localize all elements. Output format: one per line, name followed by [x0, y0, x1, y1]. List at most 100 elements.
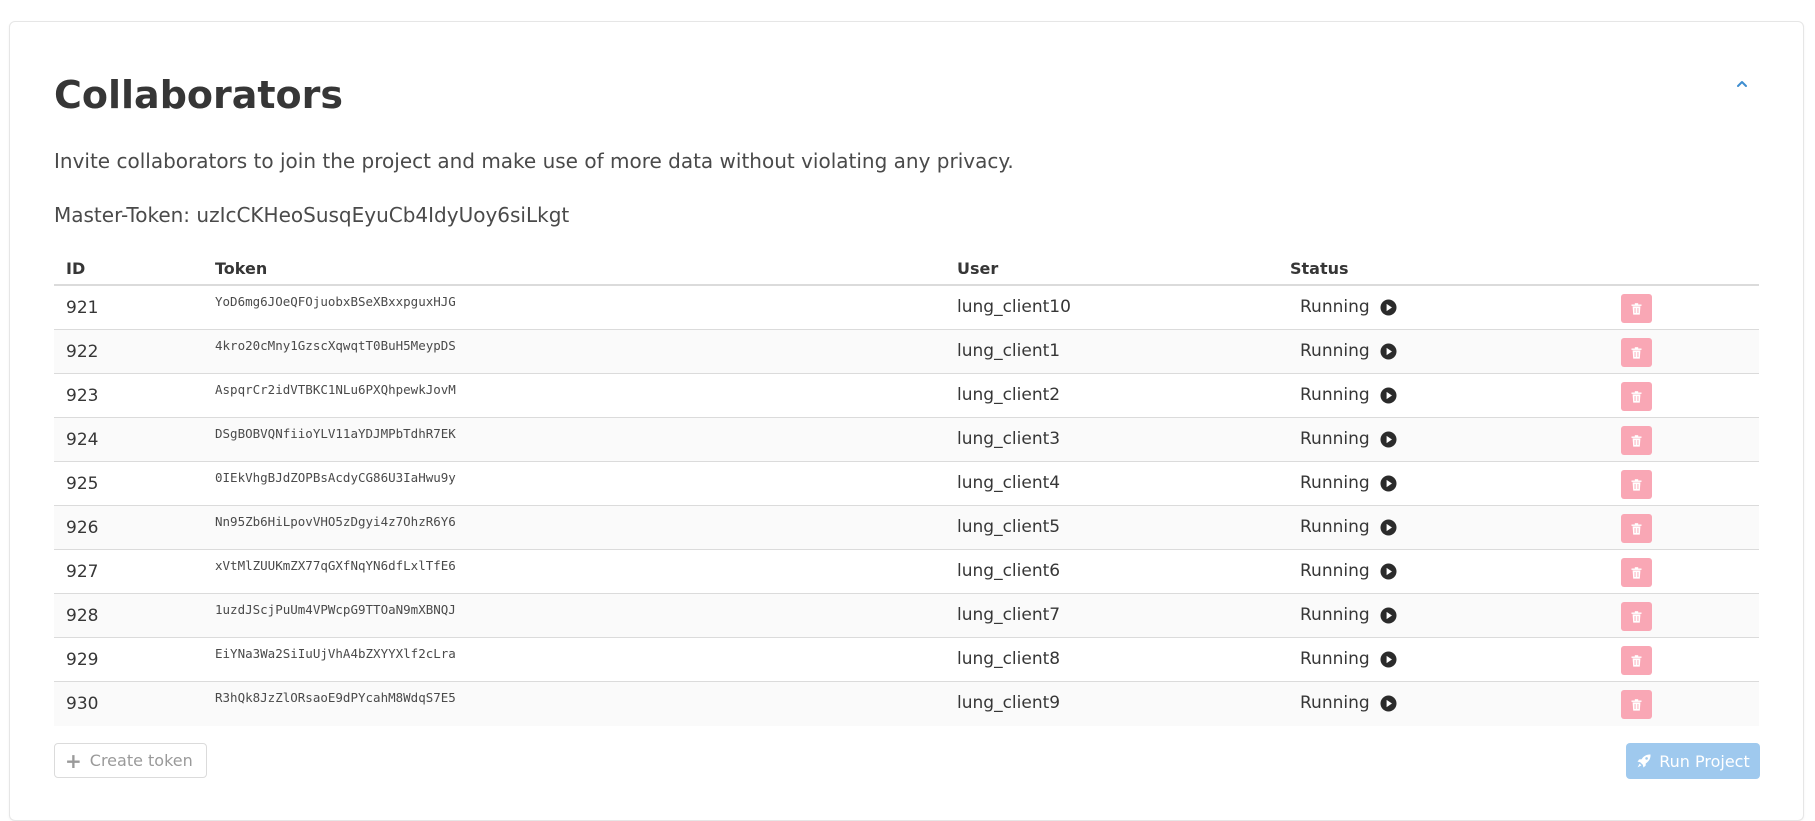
trash-icon	[1631, 698, 1642, 711]
master-token: Master-Token: uzIcCKHeoSusqEyuCb4IdyUoy6…	[54, 203, 570, 227]
trash-icon	[1631, 390, 1642, 403]
table-row: 921 YoD6mg6JOeQFOjuobxBSeXBxxpguxHJG lung_…	[54, 286, 1759, 330]
table-row: 925 0IEkVhgBJdZOPBsAcdyCG86U3IaHwu9y lung_…	[54, 462, 1759, 506]
header-token: Token	[215, 259, 268, 278]
trash-icon	[1631, 434, 1642, 447]
play-circle-icon[interactable]	[1380, 475, 1397, 492]
trash-icon	[1631, 478, 1642, 491]
status-label: Running	[1300, 605, 1370, 625]
row-id: 925	[66, 474, 99, 494]
table-body: 921 YoD6mg6JOeQFOjuobxBSeXBxxpguxHJG lung_…	[54, 286, 1759, 726]
row-user: lung_client3	[957, 429, 1061, 449]
delete-token-button[interactable]	[1621, 294, 1652, 323]
status-label: Running	[1300, 649, 1370, 669]
row-status: Running	[1300, 516, 1397, 538]
play-circle-icon[interactable]	[1380, 299, 1397, 316]
row-token: R3hQk8JzZlORsaoE9dPYcahM8WdqS7E5	[215, 690, 456, 705]
row-id: 928	[66, 606, 99, 626]
play-circle-icon[interactable]	[1380, 695, 1397, 712]
row-user: lung_client4	[957, 473, 1061, 493]
row-status: Running	[1300, 428, 1397, 450]
row-user: lung_client8	[957, 649, 1061, 669]
status-label: Running	[1300, 693, 1370, 713]
row-user: lung_client9	[957, 693, 1061, 713]
status-label: Running	[1300, 297, 1370, 317]
status-label: Running	[1300, 473, 1370, 493]
trash-icon	[1631, 566, 1642, 579]
section-description: Invite collaborators to join the project…	[54, 149, 1014, 173]
row-status: Running	[1300, 604, 1397, 626]
row-token: DSgBOBVQNfiioYLV11aYDJMPbTdhR7EK	[215, 426, 456, 441]
delete-token-button[interactable]	[1621, 338, 1652, 367]
header-status: Status	[1290, 259, 1349, 278]
row-user: lung_client1	[957, 341, 1061, 361]
trash-icon	[1631, 346, 1642, 359]
row-token: 0IEkVhgBJdZOPBsAcdyCG86U3IaHwu9y	[215, 470, 456, 485]
row-user: lung_client10	[957, 297, 1071, 317]
table-row: 926 Nn95Zb6HiLpovVHO5zDgyi4z7OhzR6Y6 lung_…	[54, 506, 1759, 550]
header-user: User	[957, 259, 999, 278]
plus-icon: +	[65, 748, 82, 773]
row-user: lung_client6	[957, 561, 1061, 581]
row-id: 921	[66, 298, 99, 318]
table-row: 928 1uzdJScjPuUm4VPWcpG9TTOaN9mXBNQJ lung_…	[54, 594, 1759, 638]
run-project-button[interactable]: Run Project	[1626, 743, 1760, 779]
table-row: 922 4kro20cMny1GzscXqwqtT0BuH5MeypDS lung_…	[54, 330, 1759, 374]
delete-token-button[interactable]	[1621, 470, 1652, 499]
table-row: 929 EiYNa3Wa2SiIuUjVhA4bZXYYXlf2cLra lung_…	[54, 638, 1759, 682]
table-row: 930 R3hQk8JzZlORsaoE9dPYcahM8WdqS7E5 lung_…	[54, 682, 1759, 726]
row-status: Running	[1300, 560, 1397, 582]
trash-icon	[1631, 654, 1642, 667]
trash-icon	[1631, 522, 1642, 535]
row-user: lung_client7	[957, 605, 1061, 625]
row-status: Running	[1300, 692, 1397, 714]
row-token: AspqrCr2idVTBKC1NLu6PXQhpewkJovM	[215, 382, 456, 397]
table-row: 924 DSgBOBVQNfiioYLV11aYDJMPbTdhR7EK lung_…	[54, 418, 1759, 462]
chevron-up-icon[interactable]	[1733, 75, 1751, 93]
row-status: Running	[1300, 296, 1397, 318]
play-circle-icon[interactable]	[1380, 387, 1397, 404]
play-circle-icon[interactable]	[1380, 651, 1397, 668]
header-id: ID	[66, 259, 86, 278]
delete-token-button[interactable]	[1621, 382, 1652, 411]
row-status: Running	[1300, 384, 1397, 406]
play-circle-icon[interactable]	[1380, 343, 1397, 360]
create-token-label: Create token	[89, 751, 193, 770]
row-token: xVtMlZUUKmZX77qGXfNqYN6dfLxlTfE6	[215, 558, 456, 573]
create-token-button[interactable]: + Create token	[54, 743, 207, 778]
status-label: Running	[1300, 385, 1370, 405]
delete-token-button[interactable]	[1621, 646, 1652, 675]
play-circle-icon[interactable]	[1380, 607, 1397, 624]
table-row: 927 xVtMlZUUKmZX77qGXfNqYN6dfLxlTfE6 lung_…	[54, 550, 1759, 594]
play-circle-icon[interactable]	[1380, 519, 1397, 536]
delete-token-button[interactable]	[1621, 558, 1652, 587]
rocket-icon	[1636, 753, 1652, 769]
row-id: 922	[66, 342, 99, 362]
status-label: Running	[1300, 561, 1370, 581]
delete-token-button[interactable]	[1621, 514, 1652, 543]
row-status: Running	[1300, 340, 1397, 362]
row-user: lung_client2	[957, 385, 1061, 405]
row-token: 1uzdJScjPuUm4VPWcpG9TTOaN9mXBNQJ	[215, 602, 456, 617]
status-label: Running	[1300, 341, 1370, 361]
table-header: ID Token User Status	[54, 254, 1759, 286]
status-label: Running	[1300, 429, 1370, 449]
play-circle-icon[interactable]	[1380, 431, 1397, 448]
row-status: Running	[1300, 648, 1397, 670]
trash-icon	[1631, 610, 1642, 623]
row-id: 927	[66, 562, 99, 582]
delete-token-button[interactable]	[1621, 426, 1652, 455]
row-id: 926	[66, 518, 99, 538]
row-token: YoD6mg6JOeQFOjuobxBSeXBxxpguxHJG	[215, 294, 456, 309]
row-token: 4kro20cMny1GzscXqwqtT0BuH5MeypDS	[215, 338, 456, 353]
row-user: lung_client5	[957, 517, 1061, 537]
delete-token-button[interactable]	[1621, 690, 1652, 719]
row-id: 930	[66, 694, 99, 714]
row-token: EiYNa3Wa2SiIuUjVhA4bZXYYXlf2cLra	[215, 646, 456, 661]
trash-icon	[1631, 302, 1642, 315]
row-id: 924	[66, 430, 99, 450]
delete-token-button[interactable]	[1621, 602, 1652, 631]
play-circle-icon[interactable]	[1380, 563, 1397, 580]
row-status: Running	[1300, 472, 1397, 494]
row-id: 929	[66, 650, 99, 670]
